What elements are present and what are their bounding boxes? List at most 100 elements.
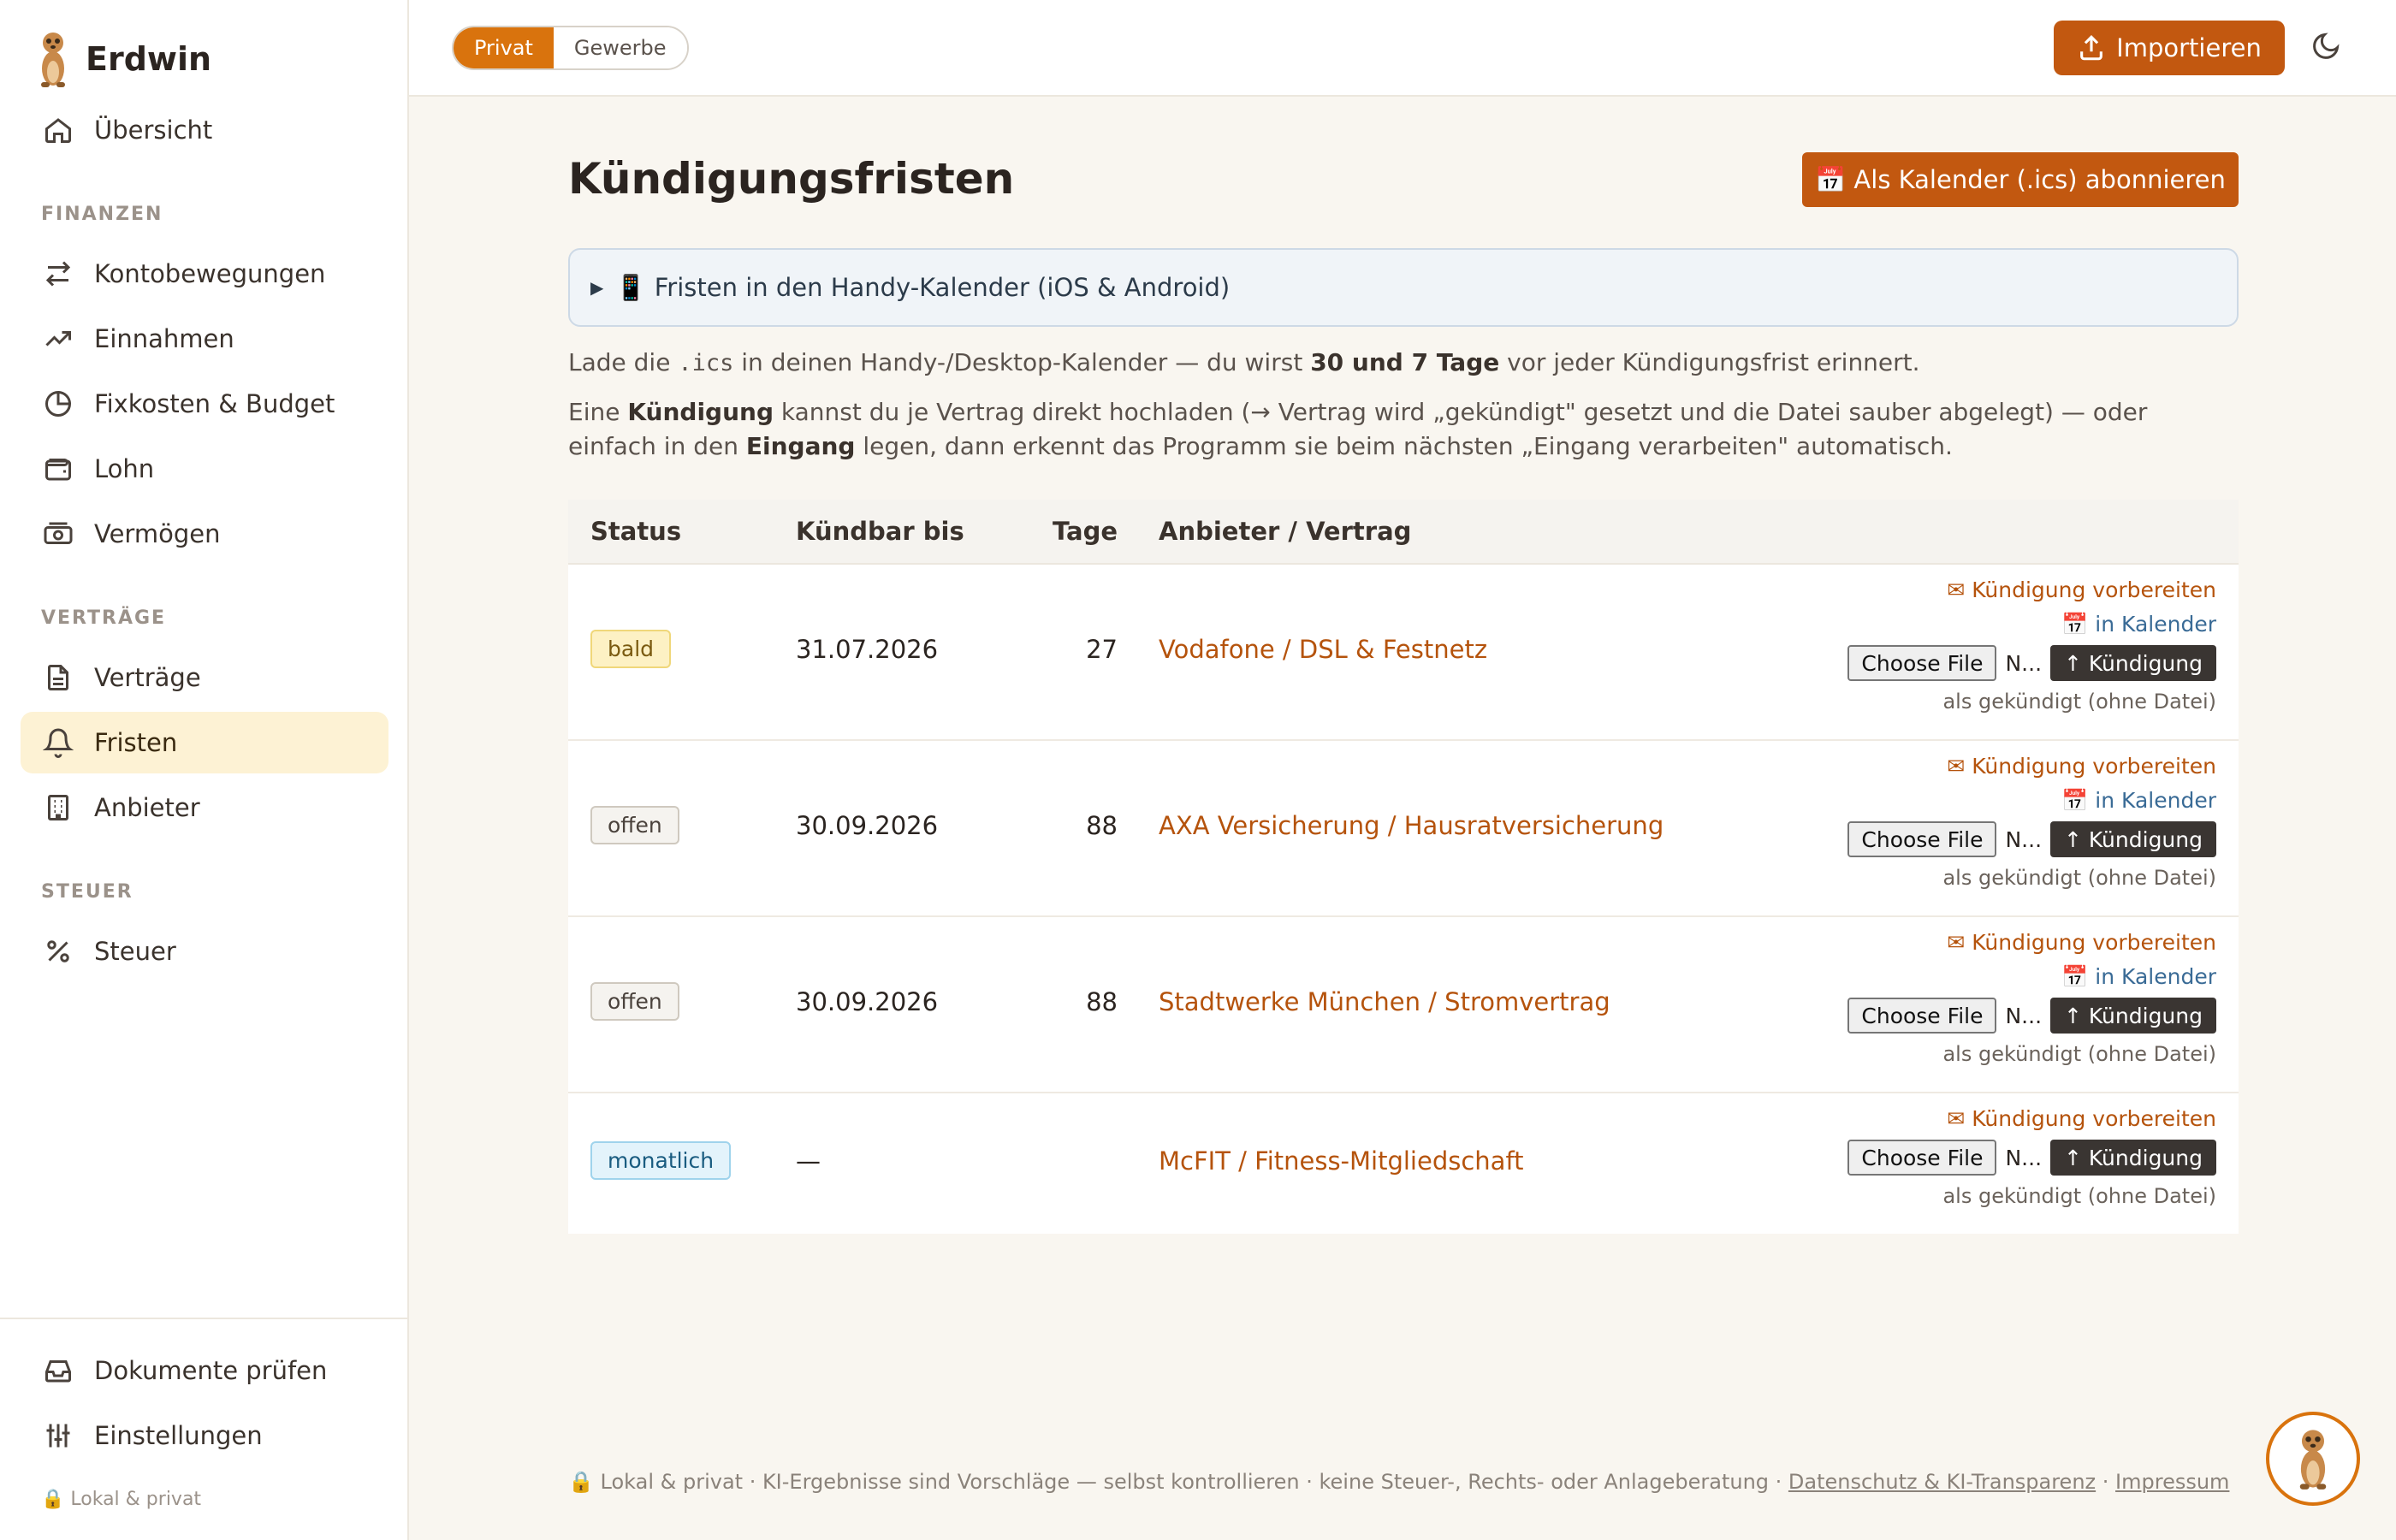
sidebar-item-income[interactable]: Einnahmen: [21, 308, 388, 370]
date-cell: —: [796, 1146, 821, 1176]
vendor-link[interactable]: AXA Versicherung / Hausratversicherung: [1159, 811, 1664, 840]
import-button[interactable]: Importieren: [2054, 21, 2285, 75]
sidebar-divider: [0, 1318, 409, 1319]
choose-file-button[interactable]: Choose File: [1847, 998, 1997, 1034]
sidebar-item-label: Verträge: [94, 663, 201, 692]
days-cell: 88: [1086, 987, 1118, 1016]
vendor-link[interactable]: Vodafone / DSL & Festnetz: [1159, 635, 1487, 664]
upload-cancellation-button[interactable]: ↑ Kündigung: [2050, 821, 2216, 857]
assistant-mascot-button[interactable]: [2266, 1412, 2360, 1506]
sidebar-item-overview[interactable]: Übersicht: [21, 99, 388, 161]
sliders-icon: [41, 1419, 75, 1453]
sidebar-item-label: Lohn: [94, 454, 155, 483]
choose-file-button[interactable]: Choose File: [1847, 1140, 1997, 1176]
sidebar-item-salary[interactable]: Lohn: [21, 438, 388, 500]
sidebar-item-label: Vermögen: [94, 519, 221, 548]
mode-business-button[interactable]: Gewerbe: [553, 27, 687, 68]
brand[interactable]: Erdwin: [34, 29, 211, 89]
ics-hint-paragraph: Lade die .ics in deinen Handy-/Desktop-K…: [568, 346, 2239, 381]
footer: 🔒 Lokal & privat · KI-Ergebnisse sind Vo…: [568, 1470, 2229, 1494]
text: Lade die: [568, 348, 679, 376]
date-cell: 31.07.2026: [796, 635, 939, 664]
ics-code: .ics: [678, 350, 734, 376]
vendor-link[interactable]: Stadtwerke München / Stromvertrag: [1159, 987, 1610, 1016]
upload-cancellation-button[interactable]: ↑ Kündigung: [2050, 998, 2216, 1034]
ics-subscribe-button[interactable]: 📅 Als Kalender (.ics) abonnieren: [1802, 152, 2239, 207]
status-badge: offen: [590, 982, 679, 1021]
mark-cancelled-link[interactable]: als gekündigt (ohne Datei): [1847, 1037, 2216, 1071]
column-header-date[interactable]: Kündbar bis: [796, 517, 964, 546]
privacy-link[interactable]: Datenschutz & KI-Transparenz: [1788, 1470, 2096, 1494]
file-name: N...: [2005, 826, 2043, 852]
percent-icon: [41, 934, 75, 968]
calendar-help-summary: 📱 Fristen in den Handy-Kalender (iOS & A…: [615, 272, 1231, 302]
vendor-link[interactable]: McFIT / Fitness-Mitgliedschaft: [1159, 1146, 1524, 1176]
footer-text: 🔒 Lokal & privat · KI-Ergebnisse sind Vo…: [568, 1470, 1788, 1494]
mark-cancelled-link[interactable]: als gekündigt (ohne Datei): [1847, 1179, 2216, 1213]
add-to-calendar-link[interactable]: 📅 in Kalender: [1847, 607, 2216, 642]
arrows-left-right-icon: [41, 257, 75, 291]
sidebar-item-assets[interactable]: Vermögen: [21, 503, 388, 565]
mode-toggle: Privat Gewerbe: [452, 26, 689, 70]
bold-kuendigung: Kündigung: [627, 398, 774, 426]
prepare-cancellation-link[interactable]: ✉ Kündigung vorbereiten: [1847, 1102, 2216, 1136]
column-header-status[interactable]: Status: [590, 517, 681, 546]
file-name: N...: [2005, 650, 2043, 676]
topbar: Privat Gewerbe Importieren: [409, 0, 2396, 97]
section-label-contracts: VERTRÄGE: [41, 607, 167, 629]
meerkat-icon: [2299, 1430, 2327, 1490]
disclosure-triangle-icon: ▶: [590, 277, 604, 298]
sidebar-item-label: Fixkosten & Budget: [94, 389, 335, 418]
sidebar-item-tax[interactable]: Steuer: [21, 921, 388, 982]
upload-icon: [2080, 35, 2103, 61]
meerkat-logo-icon: [41, 33, 65, 87]
sidebar-item-label: Übersicht: [94, 116, 213, 145]
sidebar-item-budget[interactable]: Fixkosten & Budget: [21, 373, 388, 435]
theme-toggle-button[interactable]: [2310, 31, 2345, 65]
choose-file-button[interactable]: Choose File: [1847, 821, 1997, 857]
sidebar-item-transactions[interactable]: Kontobewegungen: [21, 243, 388, 305]
sidebar-item-deadlines[interactable]: Fristen: [21, 712, 388, 773]
sidebar-item-review-documents[interactable]: Dokumente prüfen: [21, 1340, 388, 1401]
sidebar-item-label: Kontobewegungen: [94, 259, 326, 288]
status-badge: offen: [590, 806, 679, 844]
page-title: Kündigungsfristen: [568, 154, 1015, 204]
file-name: N...: [2005, 1145, 2043, 1170]
bell-icon: [41, 726, 75, 760]
upload-hint-paragraph: Eine Kündigung kannst du je Vertrag dire…: [568, 395, 2239, 464]
mode-private-button[interactable]: Privat: [454, 27, 554, 68]
wallet-icon: [41, 452, 75, 486]
building-icon: [41, 791, 75, 825]
add-to-calendar-link[interactable]: 📅 in Kalender: [1847, 960, 2216, 994]
column-header-vendor[interactable]: Anbieter / Vertrag: [1159, 517, 1411, 546]
choose-file-button[interactable]: Choose File: [1847, 645, 1997, 681]
upload-cancellation-button[interactable]: ↑ Kündigung: [2050, 645, 2216, 681]
prepare-cancellation-link[interactable]: ✉ Kündigung vorbereiten: [1847, 573, 2216, 607]
calendar-help-details[interactable]: ▶ 📱 Fristen in den Handy-Kalender (iOS &…: [568, 248, 2239, 327]
sidebar-item-label: Fristen: [94, 728, 178, 757]
sidebar-item-label: Einstellungen: [94, 1421, 263, 1450]
home-icon: [41, 113, 75, 147]
banknote-icon: [41, 517, 75, 551]
document-icon: [41, 660, 75, 695]
column-header-days[interactable]: Tage: [1022, 517, 1118, 546]
sidebar-item-providers[interactable]: Anbieter: [21, 777, 388, 838]
upload-cancellation-button[interactable]: ↑ Kündigung: [2050, 1140, 2216, 1176]
imprint-link[interactable]: Impressum: [2115, 1470, 2229, 1494]
add-to-calendar-link[interactable]: 📅 in Kalender: [1847, 784, 2216, 818]
sidebar-item-label: Steuer: [94, 937, 176, 966]
text: in deinen Handy-/Desktop-Kalender — du w…: [733, 348, 1311, 376]
mark-cancelled-link[interactable]: als gekündigt (ohne Datei): [1847, 684, 2216, 719]
status-badge: bald: [590, 630, 672, 668]
sidebar-item-contracts[interactable]: Verträge: [21, 647, 388, 708]
status-cell: monatlich: [590, 1141, 732, 1180]
prepare-cancellation-link[interactable]: ✉ Kündigung vorbereiten: [1847, 926, 2216, 960]
prepare-cancellation-link[interactable]: ✉ Kündigung vorbereiten: [1847, 749, 2216, 784]
section-label-tax: STEUER: [41, 881, 133, 903]
footer-separator: ·: [2096, 1470, 2116, 1494]
row-actions: ✉ Kündigung vorbereiten 📅 in Kalender Ch…: [1847, 926, 2216, 1071]
mark-cancelled-link[interactable]: als gekündigt (ohne Datei): [1847, 861, 2216, 895]
upload-row: Choose File N... ↑ Kündigung: [1847, 996, 2216, 1035]
sidebar-item-settings[interactable]: Einstellungen: [21, 1405, 388, 1466]
table-header: Status Kündbar bis Tage Anbieter / Vertr…: [568, 500, 2239, 565]
